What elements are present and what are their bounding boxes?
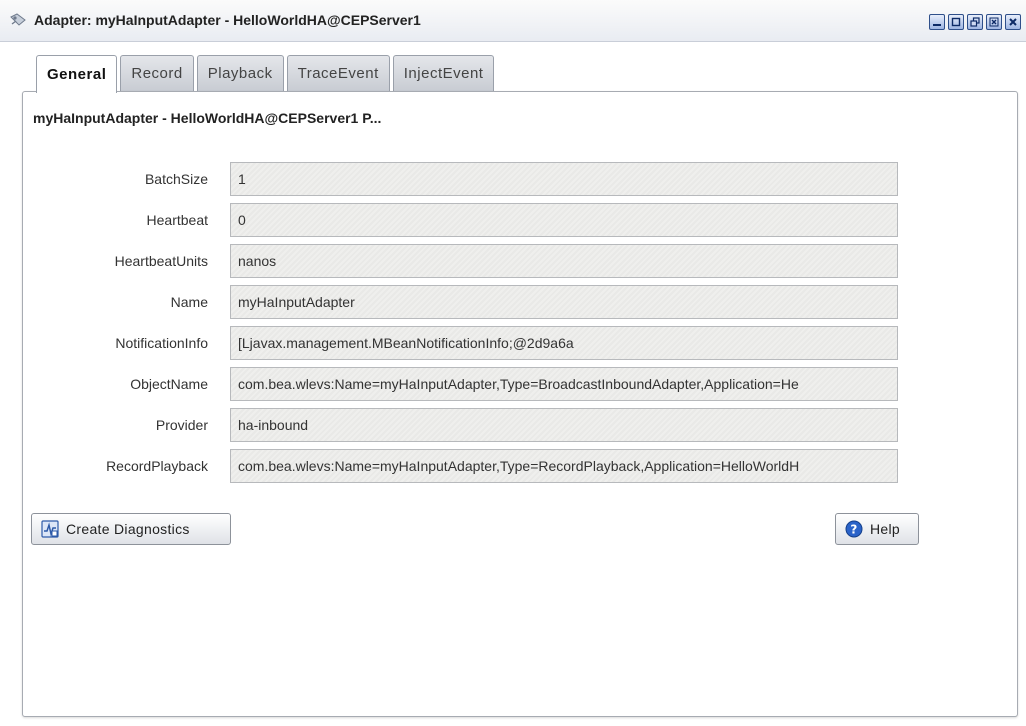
tab-playback[interactable]: Playback <box>196 55 284 91</box>
create-diagnostics-label: Create Diagnostics <box>66 521 190 537</box>
minimize-icon[interactable] <box>929 14 945 30</box>
help-button[interactable]: ? Help <box>835 513 919 545</box>
objectname-label: ObjectName <box>130 376 208 392</box>
heartbeatunits-field[interactable]: nanos <box>230 244 898 278</box>
general-panel: myHaInputAdapter - HelloWorldHA@CEPServe… <box>22 91 1018 717</box>
help-label: Help <box>870 521 900 537</box>
tab-record[interactable]: Record <box>120 55 194 91</box>
help-icon: ? <box>845 520 863 538</box>
name-field[interactable]: myHaInputAdapter <box>230 285 898 319</box>
batchsize-field[interactable]: 1 <box>230 162 898 196</box>
adapter-icon <box>9 11 27 29</box>
notificationinfo-field[interactable]: [Ljavax.management.MBeanNotificationInfo… <box>230 326 898 360</box>
window-controls <box>929 14 1021 30</box>
notificationinfo-label: NotificationInfo <box>115 335 208 351</box>
provider-label: Provider <box>155 417 208 433</box>
maximize-icon[interactable] <box>948 14 964 30</box>
svg-text:?: ? <box>850 523 857 537</box>
tab-traceevent[interactable]: TraceEvent <box>286 55 390 91</box>
heartbeatunits-label: HeartbeatUnits <box>114 253 208 269</box>
objectname-field[interactable]: com.bea.wlevs:Name=myHaInputAdapter,Type… <box>230 367 898 401</box>
batchsize-label: BatchSize <box>144 171 208 187</box>
window-titlebar[interactable]: Adapter: myHaInputAdapter - HelloWorldHA… <box>0 0 1026 42</box>
heartbeat-field[interactable]: 0 <box>230 203 898 237</box>
heartbeat-label: Heartbeat <box>146 212 208 228</box>
recordplayback-label: RecordPlayback <box>106 458 208 474</box>
create-diagnostics-button[interactable]: Create Diagnostics <box>31 513 231 545</box>
diagnostics-icon <box>41 520 59 538</box>
close-all-icon[interactable] <box>1005 14 1021 30</box>
restore-icon[interactable] <box>967 14 983 30</box>
recordplayback-field[interactable]: com.bea.wlevs:Name=myHaInputAdapter,Type… <box>230 449 898 483</box>
tab-bar: General Record Playback TraceEvent Injec… <box>36 55 495 93</box>
tab-injectevent[interactable]: InjectEvent <box>392 55 495 91</box>
tab-general[interactable]: General <box>36 55 118 93</box>
close-icon[interactable] <box>986 14 1002 30</box>
panel-title: myHaInputAdapter - HelloWorldHA@CEPServe… <box>33 110 382 126</box>
window-title: Adapter: myHaInputAdapter - HelloWorldHA… <box>34 12 421 28</box>
provider-field[interactable]: ha-inbound <box>230 408 898 442</box>
name-label: Name <box>170 294 208 310</box>
